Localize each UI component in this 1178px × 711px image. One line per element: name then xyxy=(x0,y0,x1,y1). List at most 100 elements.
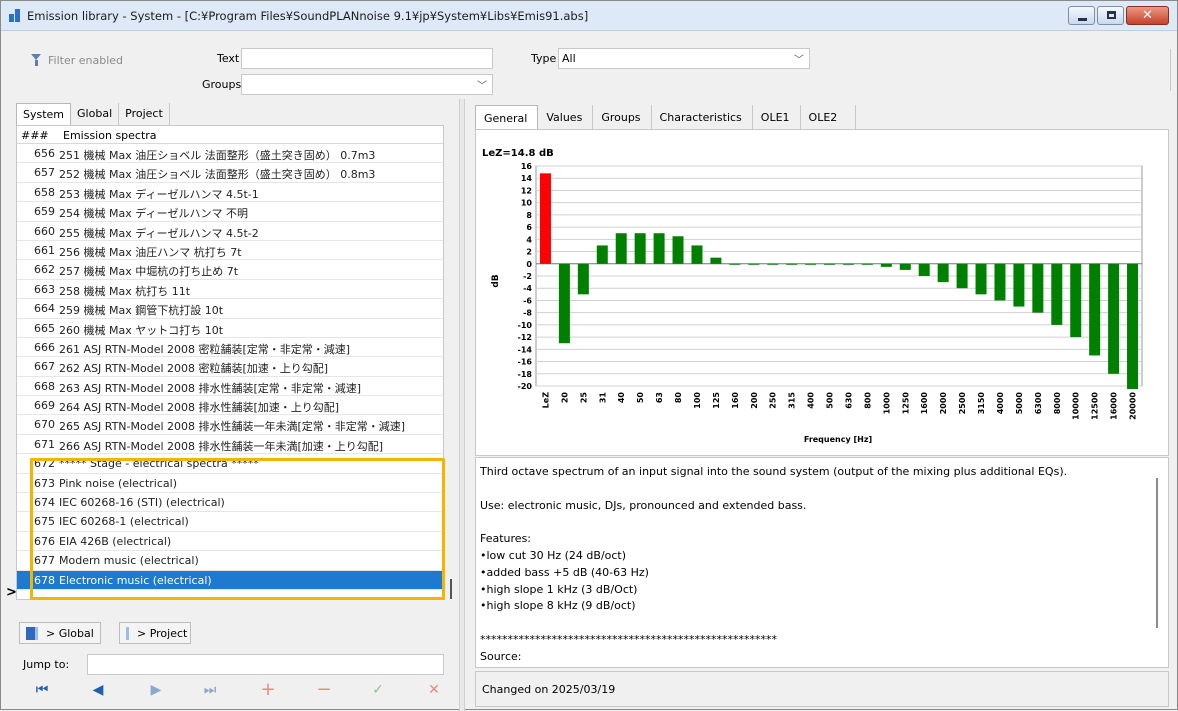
column-header-number[interactable]: ### xyxy=(17,126,49,143)
status-bar: Changed on 2025/03/19 xyxy=(475,671,1169,707)
list-item[interactable]: 662 257 機械 Max 中堀杭の打ち止め 7t xyxy=(17,260,443,280)
changed-on-label: Changed on 2025/03/19 xyxy=(482,683,616,696)
x-tick-label: 250 xyxy=(769,392,778,409)
band-bar xyxy=(786,263,798,265)
last-record-button[interactable]: ⏭ xyxy=(201,681,219,699)
x-tick-label: 1000 xyxy=(882,392,891,415)
copy-to-project-button[interactable]: > Project xyxy=(119,622,191,644)
description-scrollbar[interactable] xyxy=(1156,478,1158,628)
list-item-number: 656 xyxy=(34,147,55,160)
list-item[interactable]: 666 261 ASJ RTN-Model 2008 密粒舗装[定常・非定常・減速… xyxy=(17,338,443,358)
x-axis-label: Frequency [Hz] xyxy=(804,435,872,444)
list-scrollbar-thumb[interactable] xyxy=(450,579,452,599)
list-item-number: 667 xyxy=(34,360,55,374)
tab-characteristics[interactable]: Characteristics xyxy=(652,105,753,129)
band-bar xyxy=(918,263,930,276)
y-axis-label: dB xyxy=(491,274,501,287)
first-record-button[interactable]: ⏮ xyxy=(33,681,51,699)
list-item-number: 659 xyxy=(34,205,55,219)
band-bar xyxy=(577,263,589,295)
tab-ole1[interactable]: OLE1 xyxy=(753,105,801,129)
band-bar xyxy=(805,263,817,265)
list-item-number: 666 xyxy=(34,340,55,354)
panel-splitter[interactable] xyxy=(459,99,465,711)
list-item[interactable]: 675 IEC 60268-1 (electrical) xyxy=(17,512,443,532)
x-tick-label: 2500 xyxy=(958,392,967,415)
y-tick-label: 14 xyxy=(521,174,533,183)
list-item-number: 672 xyxy=(34,457,55,471)
list-item[interactable]: 665 260 機械 Max ヤットコ打ち 10t xyxy=(17,319,443,338)
list-item[interactable]: 659 254 機械 Max ディーゼルハンマ 不明 xyxy=(17,202,443,222)
tab-system[interactable]: System xyxy=(16,103,72,125)
list-item-name: 259 機械 Max 鋼管下杭打設 10t xyxy=(59,304,224,318)
list-item[interactable]: 664 259 機械 Max 鋼管下杭打設 10t xyxy=(17,299,443,319)
list-item[interactable]: 673 Pink noise (electrical) xyxy=(17,474,443,494)
band-bar xyxy=(937,263,949,283)
list-item[interactable]: 678 Electronic music (electrical) xyxy=(17,570,443,590)
filter-scrollbar[interactable] xyxy=(1170,49,1171,91)
list-item[interactable]: 676 EIA 426B (electrical) xyxy=(17,532,443,552)
x-tick-label: 5000 xyxy=(1015,392,1024,415)
previous-record-button[interactable]: ◀ xyxy=(89,681,107,699)
next-record-button[interactable]: ▶ xyxy=(147,681,165,699)
y-tick-label: -12 xyxy=(518,333,532,342)
copy-to-global-button[interactable]: > Global xyxy=(19,622,101,644)
list-item[interactable]: 674 IEC 60268-16 (STI) (electrical) xyxy=(17,493,443,513)
list-item[interactable]: 656 251 機械 Max 油圧ショベル 法面整形（盛土突き固め） 0.7m3 xyxy=(17,144,443,164)
emission-library-window: Emission library - System - [C:¥Program … xyxy=(0,0,1178,711)
list-item[interactable]: 657 252 機械 Max 油圧ショベル 法面整形（盛土突き固め） 0.8m3 xyxy=(17,163,443,183)
tab-groups[interactable]: Groups xyxy=(593,105,652,129)
add-record-button[interactable]: + xyxy=(259,681,277,699)
list-item-name: 265 ASJ RTN-Model 2008 排水性舗装一年未満[定常・非定常・… xyxy=(59,420,406,434)
list-item[interactable]: 668 263 ASJ RTN-Model 2008 排水性舗装[定常・非定常・減… xyxy=(17,377,443,397)
band-bar xyxy=(975,263,987,295)
list-item[interactable]: 677 Modern music (electrical) xyxy=(17,551,443,571)
jump-to-input[interactable] xyxy=(87,654,444,675)
filter-icon[interactable] xyxy=(31,54,42,66)
copy-to-project-label: > Project xyxy=(137,626,188,640)
emission-spectra-list[interactable]: ### Emission spectra 656 251 機械 Max 油圧ショベ… xyxy=(16,125,444,600)
tab-project[interactable]: Project xyxy=(119,103,170,125)
band-bar xyxy=(653,233,665,264)
cancel-button[interactable]: ✕ xyxy=(425,681,443,699)
list-item-name: 263 ASJ RTN-Model 2008 排水性舗装[定常・非定常・減速] xyxy=(59,381,362,395)
minimize-button[interactable] xyxy=(1068,6,1095,25)
library-icon xyxy=(26,626,38,640)
list-item[interactable]: 671 266 ASJ RTN-Model 2008 排水性舗装一年未満[加速・上… xyxy=(17,435,443,455)
column-header-name[interactable]: Emission spectra xyxy=(49,126,157,143)
list-item[interactable]: 670 265 ASJ RTN-Model 2008 排水性舗装一年未満[定常・非… xyxy=(17,415,443,435)
list-item[interactable]: 663 258 機械 Max 杭打ち 11t xyxy=(17,280,443,300)
band-bar xyxy=(1013,263,1025,307)
list-item[interactable]: 658 253 機械 Max ディーゼルハンマ 4.5t-1 xyxy=(17,183,443,203)
list-item-number: 661 xyxy=(34,243,55,257)
y-tick-label: 6 xyxy=(526,223,532,232)
detail-tabs: General Values Groups Characteristics OL… xyxy=(475,105,857,129)
list-item[interactable]: 667 262 ASJ RTN-Model 2008 密粒舗装[加速・上り勾配] xyxy=(17,357,443,377)
x-tick-label: 1600 xyxy=(920,392,929,415)
list-item-name: EIA 426B (electrical) xyxy=(59,534,172,548)
list-item[interactable]: 661 256 機械 Max 油圧ハンマ 杭打ち 7t xyxy=(17,241,443,261)
tab-global[interactable]: Global xyxy=(71,103,120,125)
groups-select[interactable]: ﹀ xyxy=(241,74,493,95)
close-window-button[interactable]: ✕ xyxy=(1126,6,1169,25)
y-tick-label: -18 xyxy=(518,370,533,379)
list-item[interactable]: 669 264 ASJ RTN-Model 2008 排水性舗装[加速・上り勾配] xyxy=(17,396,443,416)
type-select[interactable]: All ﹀ xyxy=(558,48,810,69)
list-item-number: 670 xyxy=(34,418,55,432)
delete-record-button[interactable]: − xyxy=(315,681,333,699)
maximize-button[interactable] xyxy=(1097,6,1124,25)
list-item-name: 255 機械 Max ディーゼルハンマ 4.5t-2 xyxy=(59,226,259,240)
list-item[interactable]: 660 255 機械 Max ディーゼルハンマ 4.5t-2 xyxy=(17,222,443,241)
tab-values[interactable]: Values xyxy=(538,105,594,129)
text-filter-input[interactable] xyxy=(241,48,493,69)
tab-ole2[interactable]: OLE2 xyxy=(801,105,857,129)
list-item[interactable]: 672 ***** Stage - electrical spectra ****… xyxy=(17,454,443,474)
type-label: Type xyxy=(531,52,557,65)
app-icon xyxy=(9,9,23,22)
description-text[interactable]: Third octave spectrum of an input signal… xyxy=(475,457,1169,668)
confirm-button[interactable]: ✓ xyxy=(369,681,387,699)
filter-enabled-label[interactable]: Filter enabled xyxy=(48,54,123,67)
tab-general[interactable]: General xyxy=(475,105,539,129)
minimize-icon xyxy=(1078,18,1087,21)
y-tick-label: -10 xyxy=(518,321,533,330)
